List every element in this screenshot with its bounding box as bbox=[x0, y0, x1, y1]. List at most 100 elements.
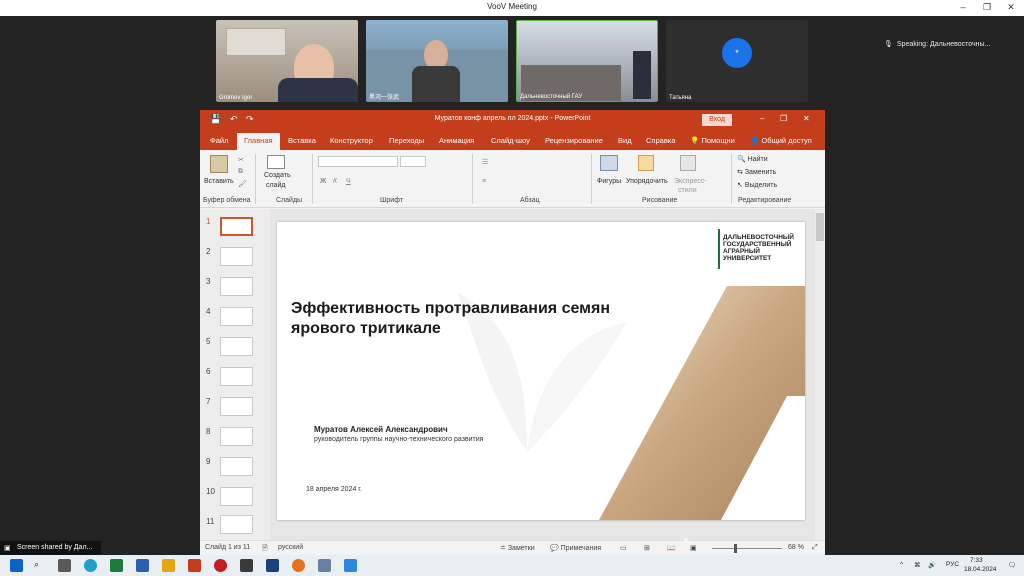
shapes-button[interactable]: Фигуры bbox=[597, 178, 621, 185]
paste-icon[interactable] bbox=[210, 155, 228, 173]
minimize-icon[interactable]: – bbox=[956, 2, 970, 12]
slide-canvas[interactable]: ДАЛЬНЕВОСТОЧНЫЙ ГОСУДАРСТВЕННЫЙ АГРАРНЫЙ… bbox=[277, 222, 805, 520]
powerpoint-icon[interactable] bbox=[188, 559, 201, 572]
app-icon[interactable] bbox=[214, 559, 227, 572]
arrange-icon[interactable] bbox=[638, 155, 654, 171]
author-name: Муратов Алексей Александрович bbox=[314, 425, 448, 434]
slide-thumbnail[interactable] bbox=[220, 367, 253, 386]
group-label-paragraph: Абзац bbox=[520, 197, 540, 204]
find-button[interactable]: 🔍 Найти bbox=[737, 155, 768, 163]
font-size-select[interactable] bbox=[400, 156, 426, 167]
normal-view-icon[interactable]: ▭ bbox=[620, 544, 627, 552]
paste-button[interactable]: Вставить bbox=[204, 178, 234, 185]
new-slide-button[interactable]: Создать bbox=[264, 172, 291, 179]
tray-arrow-icon[interactable]: ^ bbox=[900, 561, 903, 568]
volume-icon[interactable]: 🔊 bbox=[928, 561, 936, 569]
app-icon[interactable] bbox=[240, 559, 253, 572]
slide-sorter-icon[interactable]: ⊞ bbox=[644, 544, 650, 552]
word-icon[interactable] bbox=[136, 559, 149, 572]
tab-review[interactable]: Рецензирование bbox=[545, 136, 603, 145]
notification-icon[interactable]: 🗨 bbox=[1008, 561, 1016, 569]
slide-thumbnail[interactable] bbox=[220, 397, 253, 416]
signin-button[interactable]: Вход bbox=[702, 114, 732, 126]
slide-thumbnail[interactable] bbox=[220, 277, 253, 296]
participant-tile[interactable]: Дальневосточный ГАУ bbox=[516, 20, 658, 102]
tab-file[interactable]: Файл bbox=[210, 136, 228, 145]
clock-date[interactable]: 18.04.2024 bbox=[964, 566, 997, 573]
participant-tile[interactable]: 黑河一张武 bbox=[366, 20, 508, 102]
tab-transitions[interactable]: Переходы bbox=[389, 136, 424, 145]
language-indicator[interactable]: русский bbox=[278, 544, 303, 551]
restore-icon[interactable]: ❐ bbox=[780, 114, 787, 123]
zoom-slider[interactable] bbox=[712, 548, 782, 549]
slide-thumbnail[interactable] bbox=[220, 337, 253, 356]
bold-button[interactable]: Ж bbox=[320, 178, 326, 185]
photoshop-icon[interactable] bbox=[266, 559, 279, 572]
replace-button[interactable]: ⇆ Заменить bbox=[737, 168, 776, 176]
tab-view[interactable]: Вид bbox=[618, 136, 632, 145]
participant-tile[interactable]: * Татьяна bbox=[666, 20, 808, 102]
excel-icon[interactable] bbox=[110, 559, 123, 572]
quick-styles-button[interactable]: Экспресс- bbox=[674, 178, 707, 185]
tab-insert[interactable]: Вставка bbox=[288, 136, 316, 145]
clock-time[interactable]: 7:33 bbox=[970, 557, 983, 564]
tab-home[interactable]: Главная bbox=[237, 133, 280, 150]
slide-thumbnail[interactable] bbox=[220, 427, 253, 446]
zoom-slider-thumb[interactable] bbox=[734, 544, 737, 553]
tab-design[interactable]: Конструктор bbox=[330, 136, 373, 145]
edge-icon[interactable] bbox=[84, 559, 97, 572]
quick-styles-button-line2[interactable]: стили bbox=[678, 187, 697, 194]
tab-slideshow[interactable]: Слайд-шоу bbox=[491, 136, 530, 145]
zoom-level[interactable]: 68 % bbox=[788, 544, 804, 551]
tab-animation[interactable]: Анимация bbox=[439, 136, 474, 145]
spellcheck-icon[interactable]: 🗎 bbox=[262, 544, 268, 555]
mouse-cursor-icon: ↖ bbox=[683, 536, 693, 548]
fit-slide-icon[interactable]: ⤢ bbox=[812, 544, 818, 552]
slide-thumbnail[interactable] bbox=[220, 217, 253, 236]
language-indicator[interactable]: РУС bbox=[946, 561, 959, 568]
vertical-scrollbar[interactable] bbox=[815, 209, 825, 540]
slide-thumbnail[interactable] bbox=[220, 247, 253, 266]
close-icon[interactable]: ✕ bbox=[1004, 2, 1018, 13]
close-icon[interactable]: ✕ bbox=[803, 114, 810, 123]
slide-thumbnail[interactable] bbox=[220, 487, 253, 506]
align-icon[interactable]: ≡ bbox=[482, 178, 486, 185]
format-painter-icon[interactable]: 🖌 bbox=[238, 180, 247, 188]
scrollbar-thumb[interactable] bbox=[816, 213, 824, 241]
shapes-icon[interactable] bbox=[600, 155, 618, 171]
underline-button[interactable]: Ч bbox=[346, 178, 351, 185]
slide-thumbnail[interactable] bbox=[220, 307, 253, 326]
new-slide-button-line2[interactable]: слайд bbox=[266, 182, 285, 189]
tab-help[interactable]: Справка bbox=[646, 136, 675, 145]
minimize-icon[interactable]: – bbox=[760, 114, 764, 123]
slide-thumbnail[interactable] bbox=[220, 457, 253, 476]
cut-icon[interactable]: ✂ bbox=[238, 156, 244, 164]
firefox-icon[interactable] bbox=[292, 559, 305, 572]
voov-icon[interactable] bbox=[344, 559, 357, 572]
font-name-select[interactable] bbox=[318, 156, 398, 167]
restore-icon[interactable]: ❐ bbox=[980, 2, 994, 13]
search-icon[interactable]: ⌕ bbox=[34, 559, 47, 572]
network-icon[interactable]: ⌘ bbox=[914, 561, 921, 569]
select-button[interactable]: ↖ Выделить bbox=[737, 181, 777, 189]
tell-me[interactable]: 💡 Помощни bbox=[690, 136, 735, 145]
copy-icon[interactable]: ⧉ bbox=[238, 168, 243, 176]
app-icon[interactable] bbox=[318, 559, 331, 572]
group-label-editing: Редактирование bbox=[738, 197, 792, 204]
quick-styles-icon[interactable] bbox=[680, 155, 696, 171]
participant-tile[interactable]: Gromov Igor bbox=[216, 20, 358, 102]
comments-button[interactable]: 💬 Примечания bbox=[550, 544, 601, 552]
bullets-icon[interactable]: ☰ bbox=[482, 158, 488, 166]
windows-start-icon[interactable] bbox=[10, 559, 23, 572]
participant-name: Татьяна bbox=[669, 95, 692, 101]
italic-button[interactable]: К bbox=[333, 178, 337, 185]
file-explorer-icon[interactable] bbox=[162, 559, 175, 572]
slide-thumbnail[interactable] bbox=[220, 515, 253, 534]
reading-view-icon[interactable]: 📖 bbox=[667, 544, 676, 552]
notes-button[interactable]: ≐ Заметки bbox=[500, 544, 535, 552]
logo-bar bbox=[718, 229, 720, 269]
arrange-button[interactable]: Упорядочить bbox=[626, 178, 668, 185]
share-button[interactable]: 👤 Общий доступ bbox=[750, 136, 812, 145]
widgets-icon[interactable] bbox=[58, 559, 71, 572]
new-slide-icon[interactable] bbox=[267, 155, 285, 169]
